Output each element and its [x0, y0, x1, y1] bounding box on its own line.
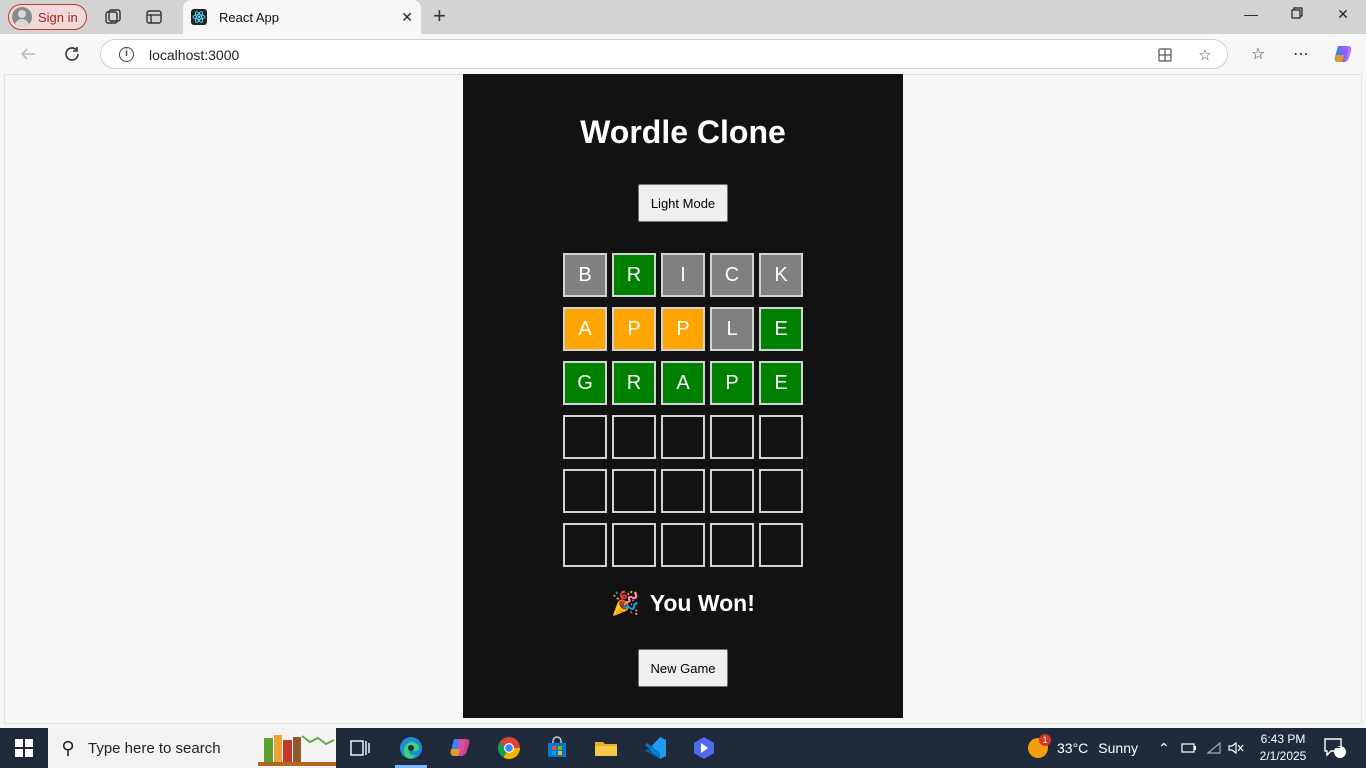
letter-tile: K — [759, 253, 803, 297]
tab-actions-icon[interactable] — [144, 7, 164, 27]
board-row: BRICK — [563, 253, 803, 297]
letter-tile — [563, 469, 607, 513]
board-row — [563, 415, 803, 459]
clock[interactable]: 6:43 PM 2/1/2025 — [1252, 731, 1314, 765]
react-logo-icon — [191, 9, 207, 25]
new-tab-icon[interactable]: + — [433, 5, 446, 27]
letter-tile: C — [710, 253, 754, 297]
sun-icon: 1 — [1027, 734, 1051, 759]
result-message: 🎉 You Won! — [463, 590, 903, 617]
letter-tile — [759, 415, 803, 459]
back-arrow-icon[interactable] — [17, 43, 39, 65]
letter-tile: A — [563, 307, 607, 351]
board-row: APPLE — [563, 307, 803, 351]
wordle-app: Wordle Clone Light Mode BRICKAPPLEGRAPE … — [463, 74, 903, 718]
favorites-icon[interactable]: ☆ — [1247, 43, 1269, 65]
edge-app-icon[interactable] — [387, 728, 435, 768]
chrome-app-icon[interactable] — [485, 728, 533, 768]
url-text: localhost:3000 — [149, 47, 240, 63]
board-row — [563, 469, 803, 513]
file-explorer-icon[interactable] — [582, 728, 630, 768]
letter-tile — [759, 469, 803, 513]
windows-start-icon[interactable] — [0, 728, 48, 768]
letter-tile: L — [710, 307, 754, 351]
browser-toolbar: i localhost:3000 ☆ ☆ ⋯ — [0, 34, 1366, 74]
microsoft-store-icon[interactable] — [533, 728, 581, 768]
letter-tile: E — [759, 307, 803, 351]
letter-tile — [661, 523, 705, 567]
minimize-icon[interactable]: — — [1240, 6, 1262, 22]
favorite-star-icon[interactable]: ☆ — [1196, 46, 1214, 64]
letter-tile — [612, 523, 656, 567]
letter-tile — [563, 523, 607, 567]
vscode-icon[interactable] — [631, 728, 679, 768]
letter-tile: E — [759, 361, 803, 405]
letter-tile: G — [563, 361, 607, 405]
letter-tile — [612, 469, 656, 513]
search-icon: ⚲ — [61, 737, 75, 758]
notification-count: 2 — [1335, 740, 1341, 751]
weather-badge: 1 — [1039, 734, 1051, 746]
letter-tile: P — [661, 307, 705, 351]
tab-react-app[interactable]: React App ✕ — [183, 0, 421, 34]
sign-in-button[interactable]: Sign in — [8, 4, 87, 30]
site-info-icon[interactable]: i — [119, 47, 134, 62]
new-game-button[interactable]: New Game — [638, 649, 728, 687]
letter-tile: B — [563, 253, 607, 297]
board-row: GRAPE — [563, 361, 803, 405]
sign-in-label: Sign in — [38, 9, 78, 25]
letter-tile: R — [612, 253, 656, 297]
letter-tile — [759, 523, 803, 567]
letter-tile: P — [710, 361, 754, 405]
party-popper-icon: 🎉 — [611, 590, 640, 616]
taskbar: ⚲ Type here to search 1 33°C Sunny ⌃ 6:4… — [0, 728, 1366, 768]
azure-data-studio-icon[interactable] — [680, 728, 728, 768]
notification-center-icon[interactable]: 2 — [1323, 728, 1347, 768]
weather-temp: 33°C — [1057, 740, 1089, 756]
browser-titlebar: Sign in React App ✕ + — ✕ — [0, 0, 1366, 34]
address-bar[interactable]: i localhost:3000 ☆ — [100, 39, 1228, 69]
workspaces-icon[interactable] — [103, 7, 123, 27]
letter-tile — [710, 523, 754, 567]
tab-title: React App — [219, 9, 279, 25]
theme-toggle-button[interactable]: Light Mode — [638, 184, 728, 222]
letter-tile: P — [612, 307, 656, 351]
restore-icon[interactable] — [1286, 6, 1308, 22]
letter-tile — [661, 415, 705, 459]
game-board: BRICKAPPLEGRAPE — [563, 253, 803, 577]
refresh-icon[interactable] — [61, 43, 83, 65]
profile-avatar-icon — [12, 7, 32, 27]
letter-tile — [710, 415, 754, 459]
result-text: You Won! — [649, 590, 755, 616]
copilot-app-icon[interactable] — [436, 728, 484, 768]
page-title: Wordle Clone — [580, 114, 786, 150]
close-tab-icon[interactable]: ✕ — [401, 9, 413, 26]
more-options-icon[interactable]: ⋯ — [1290, 43, 1312, 65]
clock-time: 6:43 PM — [1260, 732, 1306, 746]
letter-tile — [612, 415, 656, 459]
letter-tile — [563, 415, 607, 459]
letter-tile — [661, 469, 705, 513]
search-highlight-books-icon — [258, 735, 336, 766]
board-row — [563, 523, 803, 567]
close-window-icon[interactable]: ✕ — [1332, 6, 1354, 23]
weather-desc: Sunny — [1098, 740, 1138, 756]
app-available-icon[interactable] — [1156, 46, 1174, 64]
volume-muted-icon[interactable] — [1228, 728, 1244, 768]
weather-widget[interactable]: 1 33°C Sunny — [1027, 728, 1138, 768]
letter-tile: I — [661, 253, 705, 297]
battery-icon[interactable] — [1181, 728, 1197, 768]
letter-tile — [710, 469, 754, 513]
task-view-icon[interactable] — [336, 728, 384, 768]
clock-date: 2/1/2025 — [1259, 749, 1307, 763]
wifi-icon[interactable] — [1206, 728, 1222, 768]
letter-tile: R — [612, 361, 656, 405]
letter-tile: A — [661, 361, 705, 405]
show-hidden-icons-icon[interactable]: ⌃ — [1158, 728, 1170, 768]
taskbar-search[interactable]: ⚲ Type here to search — [48, 728, 336, 768]
search-placeholder: Type here to search — [88, 739, 221, 757]
copilot-icon[interactable] — [1332, 43, 1354, 65]
